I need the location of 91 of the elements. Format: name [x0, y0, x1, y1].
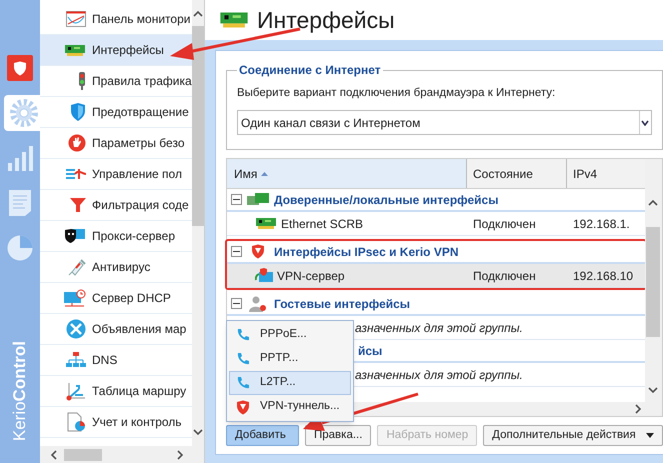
hierarchy-icon — [66, 352, 86, 368]
nav-label: Объявления мар — [92, 321, 186, 338]
horizontal-scrollbar[interactable] — [40, 446, 204, 463]
nav-label: Интерфейсы — [92, 42, 164, 59]
toolbar-button[interactable]: Добавить — [226, 425, 299, 446]
dropdown-caret-icon[interactable] — [641, 120, 650, 126]
syringe-icon — [68, 258, 86, 276]
collapse-toggle[interactable] — [231, 246, 242, 258]
toolbar-button[interactable]: Правка... — [305, 425, 372, 446]
column-header[interactable]: Имя — [227, 159, 467, 188]
guest-user-icon — [249, 296, 267, 312]
status-cell-text: Подключен — [472, 216, 537, 233]
nav-label: Панель монитори — [92, 11, 190, 28]
group-heading: Интерфейсы IPsec и Kerio VPN — [274, 244, 458, 261]
scroll-down-icon[interactable] — [648, 386, 658, 394]
nav-label: Фильтрация соде — [92, 197, 189, 214]
report-icon — [66, 412, 86, 432]
cell-text: Ethernet SCRB — [281, 216, 364, 233]
arrows-circle-icon — [66, 319, 86, 339]
ipv4-cell-text: 192.168.10 — [572, 268, 634, 285]
settings-icon — [9, 98, 39, 128]
nav-label: Антивирус — [92, 259, 150, 276]
group-legend: Соединение с Интернет — [237, 61, 383, 79]
empty-group-message: азначенных для этой группы. — [355, 366, 523, 384]
connection-dropdown[interactable]: Один канал связи с Интернетом — [237, 110, 652, 136]
monitors-icon — [247, 192, 269, 207]
scroll-right-icon[interactable] — [634, 404, 642, 414]
monitor-clock-icon — [64, 289, 86, 307]
funnel-icon — [70, 197, 86, 213]
nav-label: Учет и контроль — [92, 414, 182, 431]
column-header[interactable]: IPv4 — [567, 159, 645, 188]
scroll-thumb[interactable] — [192, 26, 204, 226]
nav-label: Параметры безо — [92, 135, 184, 152]
caret-icon — [646, 433, 654, 438]
bar-chart-icon — [7, 145, 33, 171]
scroll-left-icon[interactable] — [50, 450, 58, 460]
shield-icon — [70, 103, 86, 121]
group-heading: Гостевые интерфейсы — [274, 296, 410, 313]
prompt-label: Выберите вариант подключения брандмауэра к Интернету: — [237, 86, 556, 101]
empty-group-message: азначенных для этой группы. — [355, 320, 523, 337]
traffic-light-icon — [78, 72, 86, 90]
nav-label: Правила трафика — [92, 73, 192, 90]
nav-label: Сервер DHCP — [92, 290, 171, 307]
document-icon — [8, 189, 32, 217]
nav-label: Таблица маршру — [92, 383, 186, 400]
menu-item[interactable]: PPPoE... — [229, 323, 351, 347]
scroll-thumb[interactable] — [646, 227, 660, 338]
hand-icon — [68, 134, 86, 152]
column-header[interactable]: Состояние — [467, 159, 567, 188]
shield-mark-icon — [13, 60, 27, 76]
cell-text: VPN-сервер — [277, 268, 345, 285]
shield-icon — [251, 244, 265, 260]
route-table-icon — [66, 381, 86, 401]
scroll-up-icon[interactable] — [192, 10, 203, 18]
network-card-icon — [219, 11, 249, 29]
nav-label: Управление пол — [92, 166, 182, 183]
vertical-scrollbar[interactable] — [192, 0, 204, 446]
nav-label: Предотвращение — [92, 104, 189, 121]
collapse-toggle[interactable] — [231, 194, 242, 206]
nav-label: Прокси-сервер — [92, 228, 175, 245]
menu-item[interactable]: L2TP... — [229, 371, 351, 395]
vpn-monitor-icon — [255, 268, 273, 284]
network-card-icon — [255, 217, 277, 230]
group-heading: Доверенные/локальные интерфейсы — [274, 192, 498, 209]
collapse-toggle[interactable] — [231, 298, 242, 310]
menu-item[interactable]: PPTP... — [229, 347, 351, 371]
ipv4-cell-text: 192.168.1. — [572, 216, 630, 233]
nav-label: DNS — [92, 352, 118, 369]
scroll-up-icon[interactable] — [648, 199, 658, 208]
nav-item[interactable]: Интерфейсы — [40, 35, 192, 66]
group-heading: йсы — [358, 342, 382, 360]
phone-icon — [236, 328, 250, 342]
network-card-icon — [64, 44, 86, 56]
toolbar-button[interactable]: Дополнительные действия — [483, 425, 663, 446]
chart-icon — [66, 11, 86, 27]
status-cell-text: Подключен — [472, 268, 537, 285]
scroll-right-icon[interactable] — [176, 450, 184, 460]
proxy-icon — [64, 228, 86, 244]
menu-item[interactable]: VPN-туннель... — [229, 395, 351, 419]
pie-chart-icon — [7, 235, 33, 261]
sort-asc-icon — [261, 172, 268, 176]
brand-logo-text: KerioControl — [10, 340, 30, 441]
vertical-scrollbar[interactable] — [644, 159, 662, 402]
scroll-thumb[interactable] — [64, 448, 102, 460]
scroll-down-icon[interactable] — [192, 428, 203, 436]
bandwidth-icon — [66, 167, 86, 181]
phone-icon — [236, 352, 250, 366]
page-title: Интерфейсы — [257, 6, 395, 35]
phone-icon — [236, 376, 250, 390]
table-row[interactable]: VPN-сервер Подключен 192.168.10 — [227, 264, 645, 288]
shield-icon — [236, 400, 250, 414]
